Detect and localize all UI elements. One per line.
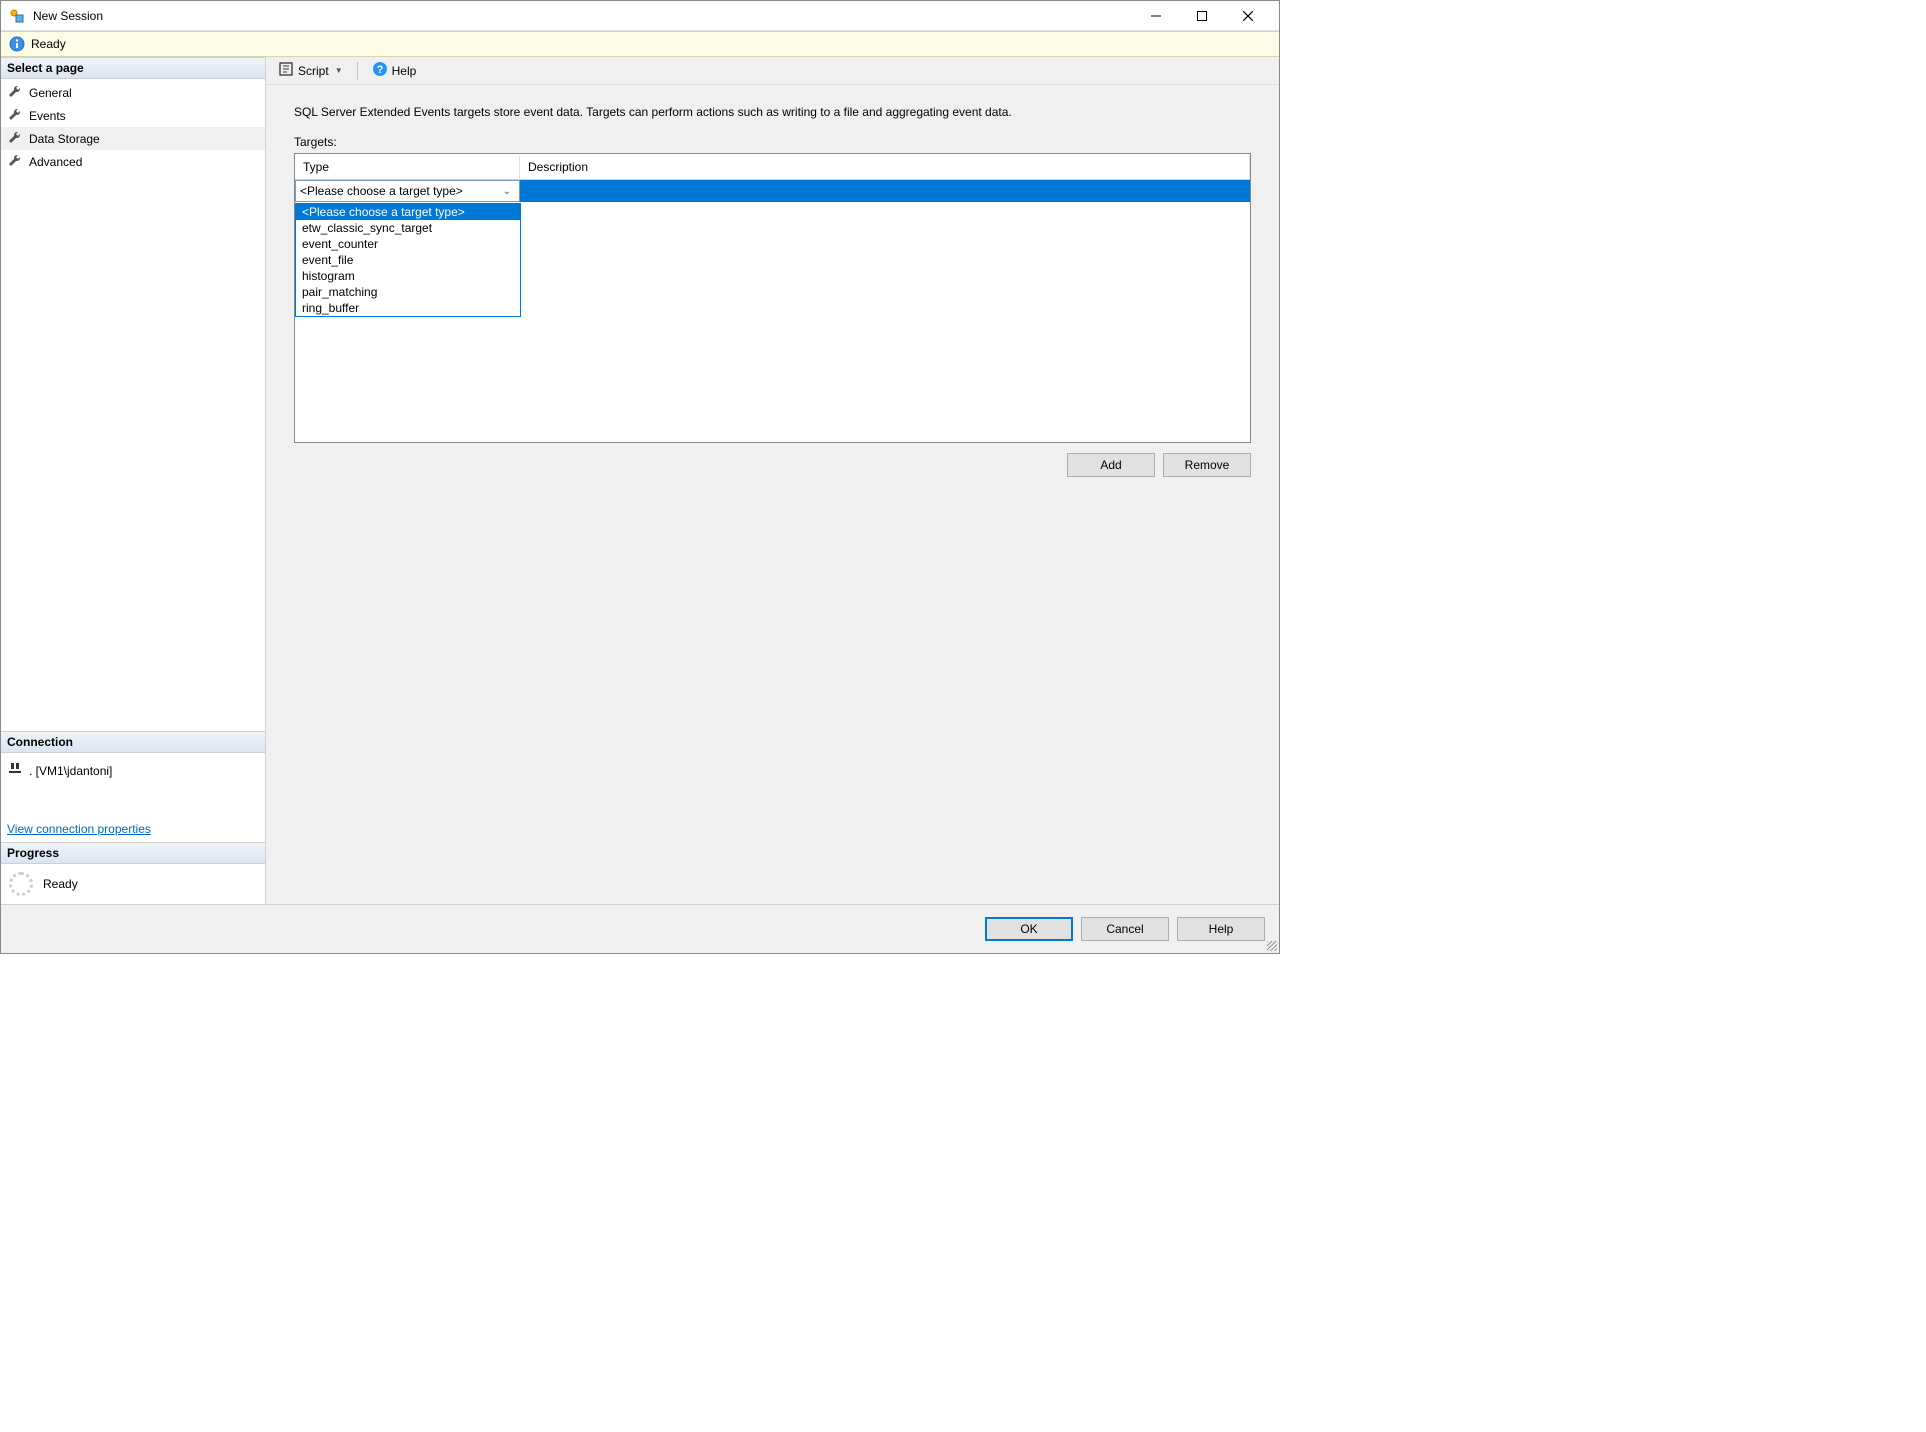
help-icon: ? [372,61,388,80]
progress-header: Progress [1,842,265,864]
grid-row[interactable]: <Please choose a target type> ⌄ <Please … [295,180,1250,202]
wrench-icon [7,152,23,171]
toolbar: Script ▼ ? Help [266,57,1279,85]
script-icon [278,61,294,80]
sidebar-item-label: Events [29,109,66,123]
main-panel: Script ▼ ? Help SQL Server Extended Even… [266,57,1279,904]
main-content: SQL Server Extended Events targets store… [266,85,1279,904]
wrench-icon [7,83,23,102]
select-page-header: Select a page [1,57,265,79]
dropdown-option[interactable]: etw_classic_sync_target [296,220,520,236]
status-text: Ready [31,37,66,51]
toolbar-separator [357,62,358,80]
sidebar-item-label: General [29,86,72,100]
sidebar: Select a page General Events [1,57,266,904]
description-cell [520,180,1250,202]
dialog-footer: OK Cancel Help [1,904,1279,953]
progress-text: Ready [43,877,78,891]
grid-buttons: Add Remove [294,443,1251,487]
server-icon [7,761,23,780]
window-title: New Session [33,9,1133,23]
sidebar-item-label: Advanced [29,155,82,169]
connection-body: . [VM1\jdantoni] View connection propert… [1,753,265,842]
new-session-dialog: New Session Ready Select a page [0,0,1280,954]
close-button[interactable] [1225,1,1271,31]
maximize-button[interactable] [1179,1,1225,31]
resize-grip[interactable] [1265,939,1277,951]
script-label: Script [298,64,329,78]
dropdown-option[interactable]: histogram [296,268,520,284]
chevron-down-icon: ▼ [335,66,343,75]
wrench-icon [7,106,23,125]
target-type-dropdown[interactable]: <Please choose a target type> ⌄ <Please … [295,180,520,202]
connection-header: Connection [1,731,265,753]
view-connection-properties-link[interactable]: View connection properties [7,822,151,836]
targets-label: Targets: [294,135,1251,149]
info-icon [9,36,25,52]
dropdown-option[interactable]: pair_matching [296,284,520,300]
help-button-footer[interactable]: Help [1177,917,1265,941]
dropdown-option[interactable]: event_counter [296,236,520,252]
connection-text: . [VM1\jdantoni] [29,764,112,778]
dropdown-option[interactable]: <Please choose a target type> [296,204,520,220]
sidebar-item-general[interactable]: General [1,81,265,104]
ok-button[interactable]: OK [985,917,1073,941]
dropdown-option[interactable]: event_file [296,252,520,268]
dropdown-list: <Please choose a target type> etw_classi… [295,203,521,317]
add-button[interactable]: Add [1067,453,1155,477]
column-header-description[interactable]: Description [520,156,1250,178]
minimize-button[interactable] [1133,1,1179,31]
cancel-button[interactable]: Cancel [1081,917,1169,941]
connection-row: . [VM1\jdantoni] [7,759,259,782]
progress-spinner-icon [9,872,33,896]
sidebar-pages: General Events Data Storage [1,79,265,175]
grid-body: <Please choose a target type> ⌄ <Please … [295,180,1250,202]
titlebar: New Session [1,1,1279,31]
sidebar-item-advanced[interactable]: Advanced [1,150,265,173]
sidebar-item-label: Data Storage [29,132,100,146]
column-header-type[interactable]: Type [295,156,520,178]
grid-header: Type Description [295,154,1250,180]
svg-text:?: ? [376,64,383,76]
targets-grid: Type Description <Please choose a target… [294,153,1251,443]
type-cell: <Please choose a target type> ⌄ <Please … [295,180,520,202]
progress-body: Ready [1,864,265,904]
chevron-down-icon: ⌄ [499,186,515,197]
dropdown-selected-text: <Please choose a target type> [300,184,499,198]
intro-text: SQL Server Extended Events targets store… [294,105,1251,119]
script-button[interactable]: Script ▼ [272,59,349,82]
sidebar-item-events[interactable]: Events [1,104,265,127]
sidebar-item-data-storage[interactable]: Data Storage [1,127,265,150]
window-controls [1133,1,1271,31]
content-area: Select a page General Events [1,57,1279,904]
help-button[interactable]: ? Help [366,59,423,82]
remove-button[interactable]: Remove [1163,453,1251,477]
connection-link-row: View connection properties [7,782,259,836]
app-icon [9,8,25,24]
help-label: Help [392,64,417,78]
wrench-icon [7,129,23,148]
dropdown-option[interactable]: ring_buffer [296,300,520,316]
status-bar: Ready [1,31,1279,57]
